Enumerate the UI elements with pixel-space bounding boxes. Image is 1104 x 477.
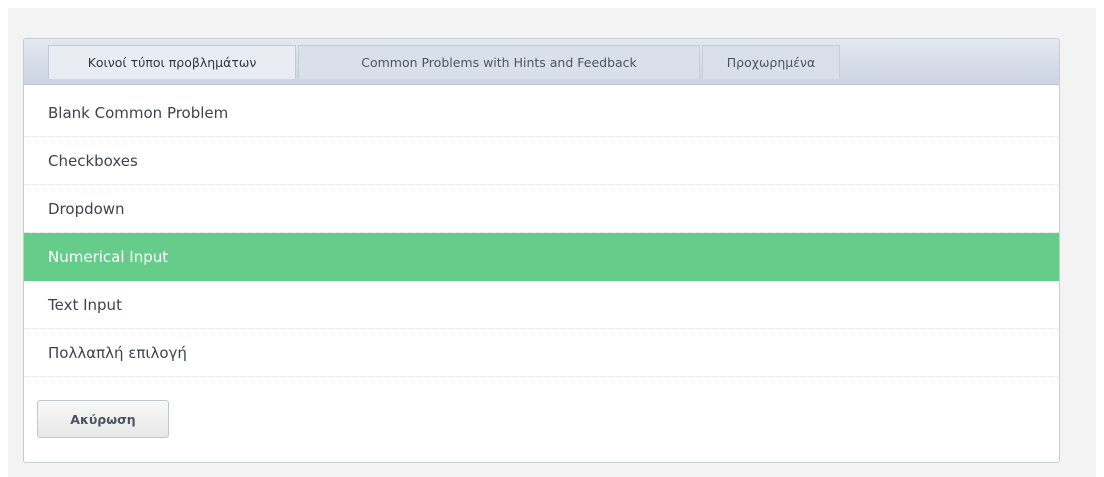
list-item-dropdown[interactable]: Dropdown: [24, 185, 1059, 233]
list-item-text-input[interactable]: Text Input: [24, 281, 1059, 329]
tab-common-problem-types[interactable]: Κοινοί τύποι προβλημάτων: [48, 45, 296, 79]
cancel-button[interactable]: Ακύρωση: [37, 400, 169, 438]
list-item-numerical-input[interactable]: Numerical Input: [24, 233, 1059, 281]
list-item-checkboxes[interactable]: Checkboxes: [24, 137, 1059, 185]
problem-type-dialog: Κοινοί τύποι προβλημάτων Common Problems…: [23, 38, 1060, 463]
problem-type-list: Blank Common Problem Checkboxes Dropdown…: [24, 89, 1059, 377]
tab-common-problems-hints-feedback[interactable]: Common Problems with Hints and Feedback: [298, 45, 700, 79]
tab-advanced[interactable]: Προχωρημένα: [702, 45, 840, 79]
list-item-blank-common-problem[interactable]: Blank Common Problem: [24, 89, 1059, 137]
list-item-multiple-choice[interactable]: Πολλαπλή επιλογή: [24, 329, 1059, 377]
tab-bar: Κοινοί τύποι προβλημάτων Common Problems…: [24, 39, 1059, 85]
